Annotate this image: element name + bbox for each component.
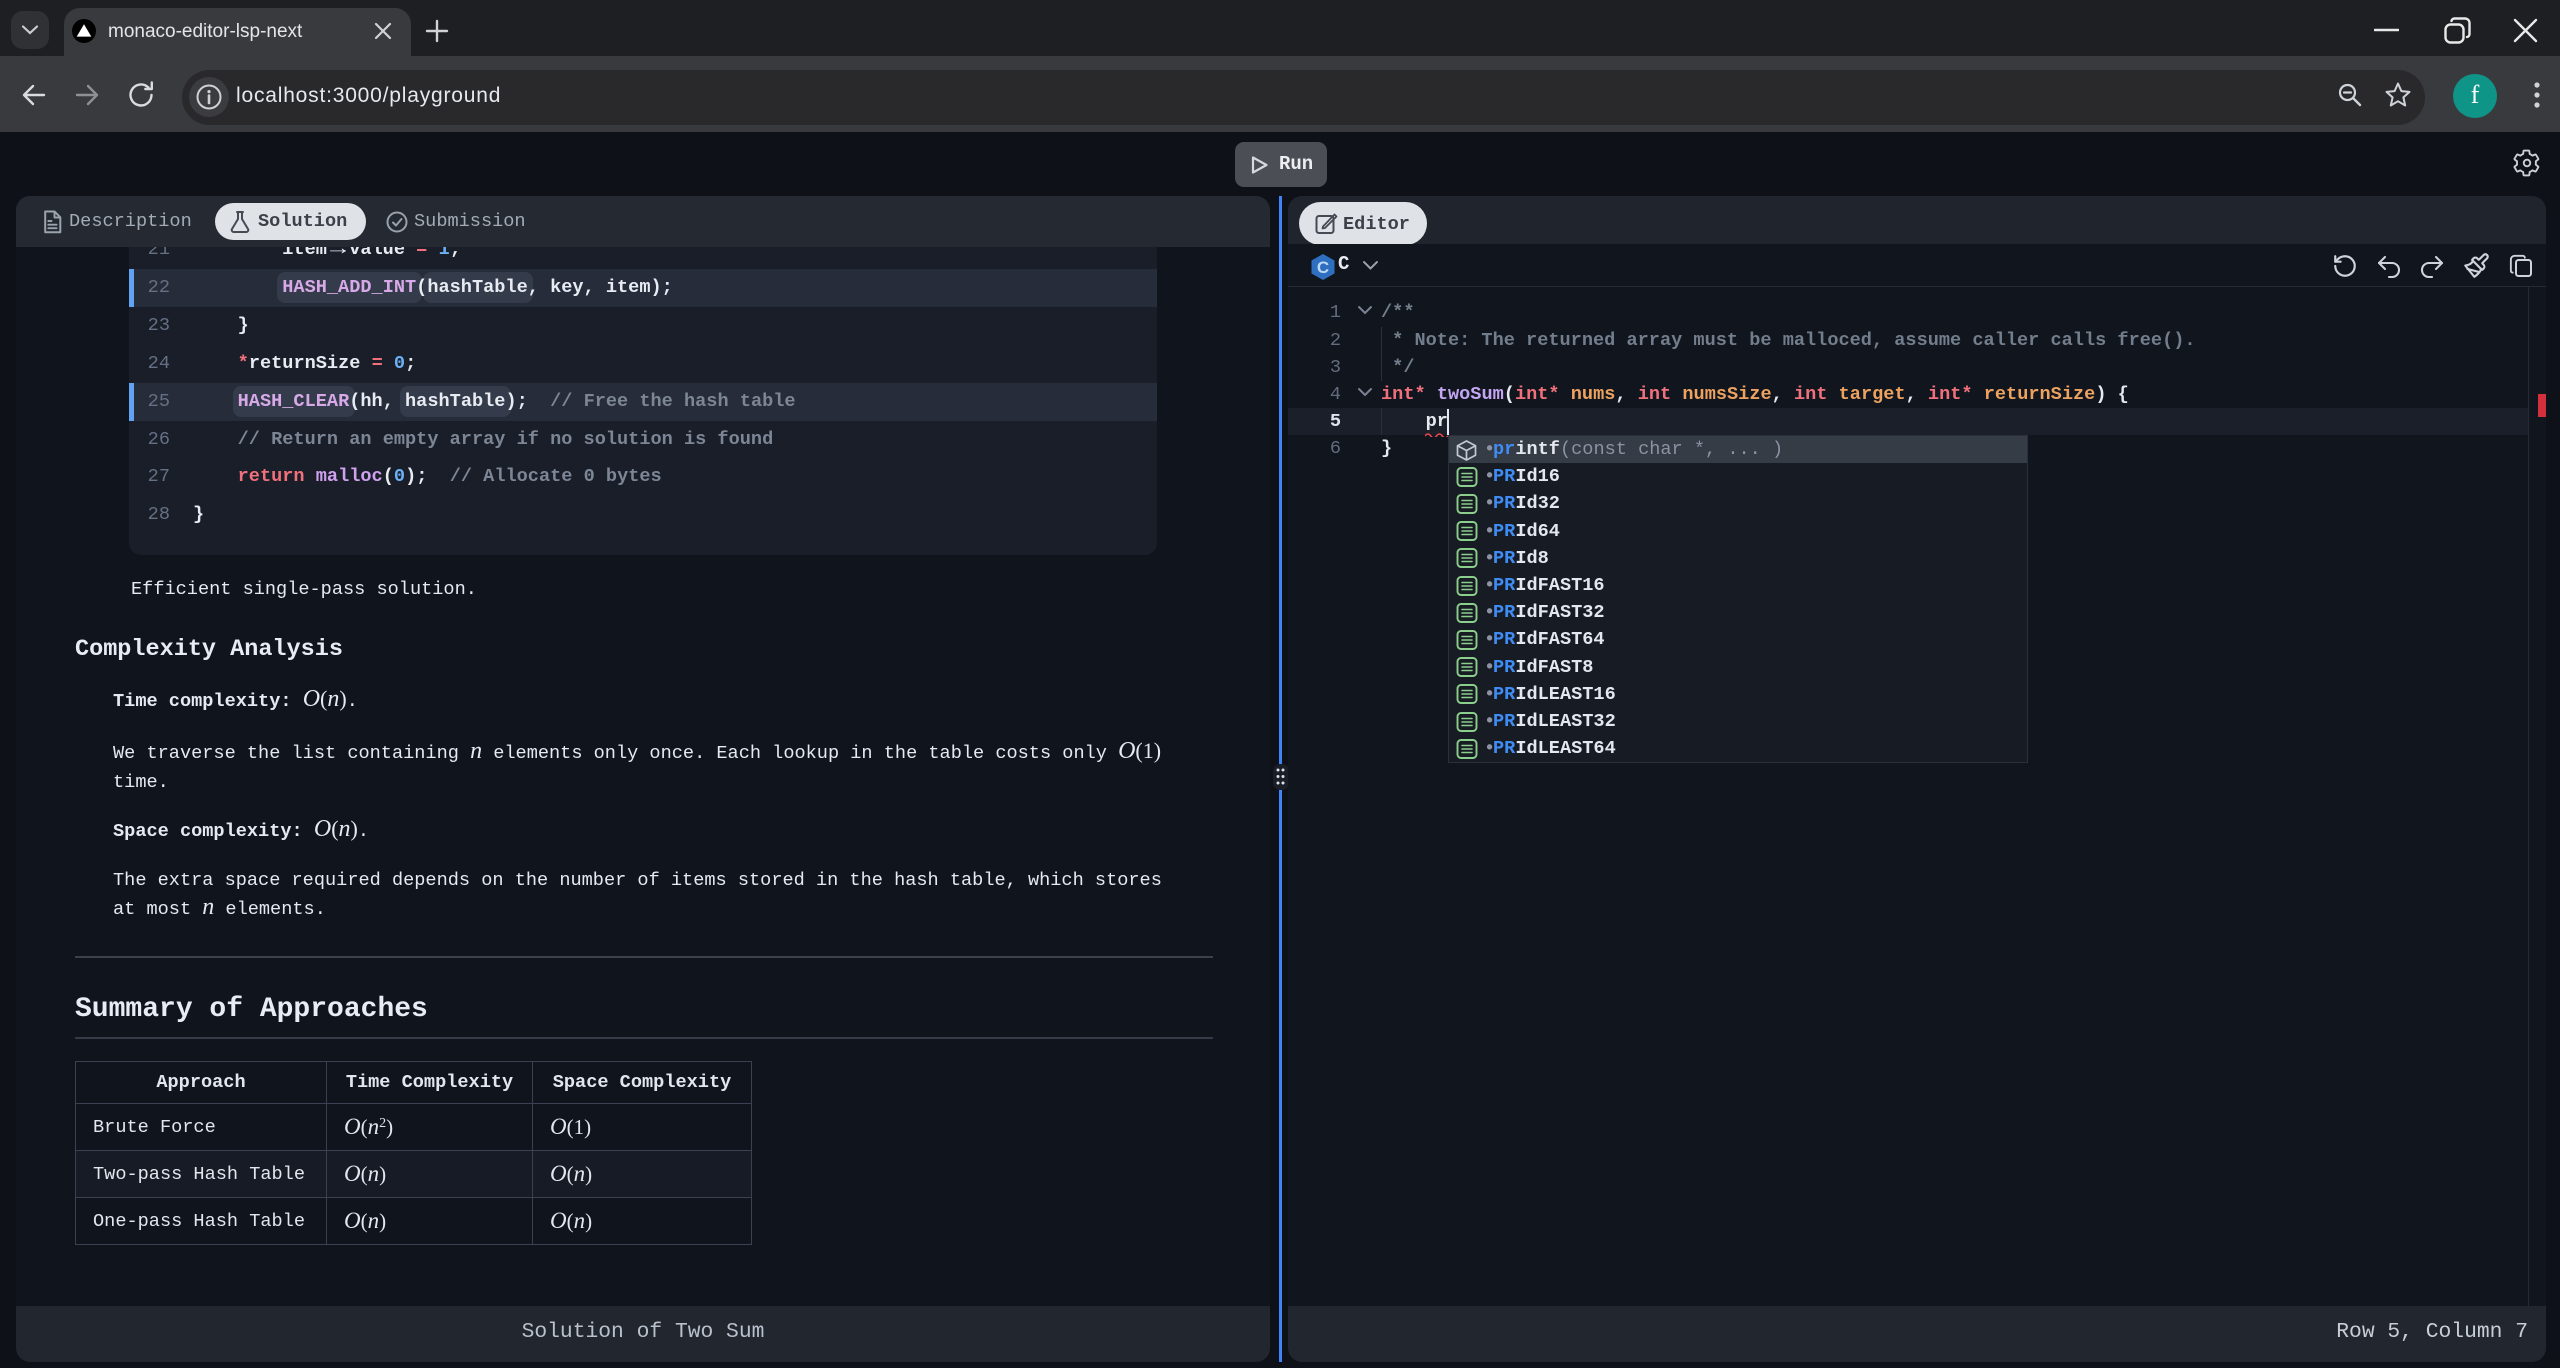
svg-text:C: C	[1317, 258, 1329, 277]
